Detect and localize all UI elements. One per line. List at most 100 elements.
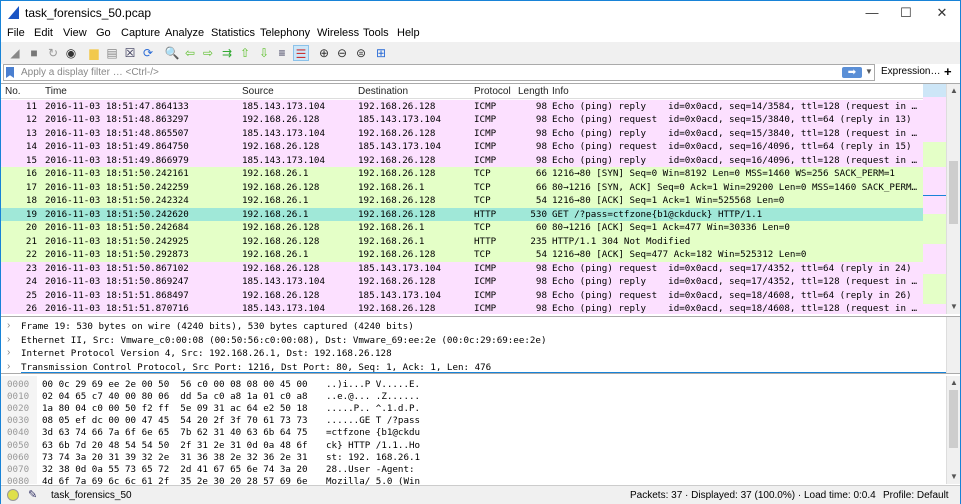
open-file-icon[interactable]: ▆ (86, 45, 102, 61)
colorize-icon[interactable]: ☰ (293, 45, 309, 61)
packet-row[interactable]: 25 2016-11-03 18:51:51.868497 192.168.26.1… (1, 288, 923, 303)
apply-filter-arrow-icon[interactable]: ➡ (842, 67, 862, 78)
scroll-up-icon[interactable]: ▲ (950, 378, 958, 387)
minimize-button[interactable]: — (857, 3, 887, 23)
packet-row[interactable]: 11 2016-11-03 18:51:47.864133 185.143.173.… (1, 100, 923, 114)
column-header-length[interactable]: Length (518, 86, 549, 97)
hex-ascii[interactable]: ..)i...P V.....E. (326, 379, 420, 390)
expand-chevron-icon[interactable]: › (7, 320, 10, 331)
packet-row[interactable]: 18 2016-11-03 18:51:50.242324 192.168.26.1… (1, 194, 923, 208)
column-header-source[interactable]: Source (242, 86, 274, 97)
filter-history-dropdown-icon[interactable]: ▼ (865, 67, 873, 76)
packet-row[interactable]: 14 2016-11-03 18:51:49.864750 192.168.26.1… (1, 140, 923, 154)
zoom-out-icon[interactable]: ⊖ (334, 45, 350, 61)
packet-row[interactable]: 26 2016-11-03 18:51:51.870716 185.143.173.… (1, 302, 923, 314)
hex-bytes[interactable]: 3d 63 74 66 7a 6f 6e 65 7b 62 31 40 63 6… (42, 427, 308, 438)
scroll-up-icon[interactable]: ▲ (950, 86, 958, 95)
column-header-protocol[interactable]: Protocol (474, 86, 511, 97)
scroll-down-icon[interactable]: ▼ (950, 472, 958, 481)
detail-tree-item[interactable]: › Internet Protocol Version 4, Src: 192.1… (1, 347, 946, 361)
expert-info-indicator-icon[interactable] (7, 489, 19, 501)
reload-icon[interactable]: ⟳ (140, 45, 156, 61)
hex-ascii[interactable]: ck} HTTP /1.1..Ho (326, 440, 420, 451)
menu-edit[interactable]: Edit (34, 27, 53, 39)
menu-tools[interactable]: Tools (363, 27, 389, 39)
scroll-down-icon[interactable]: ▼ (950, 302, 958, 311)
details-scrollbar[interactable] (946, 317, 960, 373)
save-file-icon[interactable]: ▤ (104, 45, 120, 61)
hex-ascii[interactable]: .....P.. ^.1.d.P. (326, 403, 420, 414)
detail-tree-item[interactable]: › Ethernet II, Src: Vmware_c0:00:08 (00:5… (1, 334, 946, 348)
zoom-in-icon[interactable]: ⊕ (316, 45, 332, 61)
packet-row[interactable]: 19 2016-11-03 18:51:50.242620 192.168.26.1… (1, 207, 923, 222)
scrollbar-thumb[interactable] (949, 161, 958, 224)
status-profile[interactable]: Profile: Default (883, 490, 949, 501)
goto-packet-icon[interactable]: ⇉ (219, 45, 235, 61)
menu-go[interactable]: Go (96, 27, 111, 39)
display-filter-input[interactable]: Apply a display filter … <Ctrl-/> ➡ (3, 64, 875, 81)
bytes-scrollbar[interactable]: ▲ ▼ (946, 376, 960, 484)
packet-row[interactable]: 12 2016-11-03 18:51:48.863297 192.168.26.1… (1, 113, 923, 127)
shark-fin-start-icon[interactable]: ◢ (7, 45, 23, 61)
hex-ascii[interactable]: 28..User -Agent: (326, 464, 420, 475)
stop-icon[interactable]: ■ (26, 45, 42, 61)
packet-row[interactable]: 22 2016-11-03 18:51:50.292873 192.168.26.1… (1, 248, 923, 262)
menu-help[interactable]: Help (397, 27, 420, 39)
hex-bytes[interactable]: 63 6b 7d 20 48 54 54 50 2f 31 2e 31 0d 0… (42, 440, 308, 451)
hex-ascii[interactable]: st: 192. 168.26.1 (326, 452, 420, 463)
menu-analyze[interactable]: Analyze (165, 27, 204, 39)
menu-view[interactable]: View (63, 27, 87, 39)
menu-capture[interactable]: Capture (121, 27, 160, 39)
packet-row[interactable]: 17 2016-11-03 18:51:50.242259 192.168.26.1… (1, 180, 923, 195)
restart-icon[interactable]: ↻ (45, 45, 61, 61)
hex-bytes[interactable]: 73 74 3a 20 31 39 32 2e 31 36 38 2e 32 3… (42, 452, 308, 463)
packet-row[interactable]: 20 2016-11-03 18:51:50.242684 192.168.26.1… (1, 221, 923, 235)
hex-bytes[interactable]: 00 0c 29 69 ee 2e 00 50 56 c0 00 08 08 0… (42, 379, 308, 390)
resize-columns-icon[interactable]: ⊞ (373, 45, 389, 61)
hex-ascii[interactable]: ..e.@... .Z...... (326, 391, 420, 402)
find-icon[interactable]: 🔍 (164, 45, 180, 61)
expression-button[interactable]: Expression… (881, 66, 940, 77)
menu-wireless[interactable]: Wireless (317, 27, 359, 39)
back-icon[interactable]: ⇦ (182, 45, 198, 61)
first-packet-icon[interactable]: ⇧ (237, 45, 253, 61)
zoom-normal-icon[interactable]: ⊜ (353, 45, 369, 61)
close-file-icon[interactable]: ☒ (122, 45, 138, 61)
last-packet-icon[interactable]: ⇩ (256, 45, 272, 61)
close-button[interactable]: ✕ (927, 3, 957, 23)
add-filter-button[interactable]: + (944, 64, 952, 79)
expand-chevron-icon[interactable]: › (7, 361, 10, 372)
expand-chevron-icon[interactable]: › (7, 334, 10, 345)
detail-tree-item[interactable]: › Frame 19: 530 bytes on wire (4240 bits)… (1, 320, 946, 334)
column-header-info[interactable]: Info (552, 86, 569, 97)
packet-list-scrollbar[interactable]: ▲ ▼ (946, 84, 960, 314)
menu-file[interactable]: File (7, 27, 25, 39)
column-header-no[interactable]: No. (5, 86, 21, 97)
maximize-button[interactable]: ☐ (891, 3, 921, 23)
packet-row[interactable]: 24 2016-11-03 18:51:50.869247 185.143.173.… (1, 275, 923, 289)
packet-row[interactable]: 13 2016-11-03 18:51:48.865507 185.143.173.… (1, 126, 923, 141)
packet-row[interactable]: 21 2016-11-03 18:51:50.242925 192.168.26.1… (1, 234, 923, 249)
column-header-time[interactable]: Time (45, 86, 67, 97)
forward-icon[interactable]: ⇨ (200, 45, 216, 61)
hex-bytes[interactable]: 02 04 65 c7 40 00 80 06 dd 5a c0 a8 1a 0… (42, 391, 308, 402)
packet-row[interactable]: 23 2016-11-03 18:51:50.867102 192.168.26.1… (1, 261, 923, 276)
expand-chevron-icon[interactable]: › (7, 347, 10, 358)
column-header-destination[interactable]: Destination (358, 86, 408, 97)
bookmark-icon[interactable] (6, 67, 14, 78)
packet-time: 2016-11-03 18:51:50.242684 (45, 222, 189, 234)
menu-telephony[interactable]: Telephony (260, 27, 310, 39)
hex-ascii[interactable]: ......GE T /?pass (326, 415, 420, 426)
packet-row[interactable]: 15 2016-11-03 18:51:49.866979 185.143.173.… (1, 153, 923, 168)
hex-bytes[interactable]: 08 05 ef dc 00 00 47 45 54 20 2f 3f 70 6… (42, 415, 308, 426)
options-gear-icon[interactable]: ◉ (63, 45, 79, 61)
hex-bytes[interactable]: 1a 80 04 c0 00 50 f2 ff 5e 09 31 ac 64 e… (42, 403, 308, 414)
hex-bytes[interactable]: 32 38 0d 0a 55 73 65 72 2d 41 67 65 6e 7… (42, 464, 308, 475)
autoscroll-icon[interactable]: ≡ (274, 45, 290, 61)
packet-minimap[interactable] (923, 84, 946, 314)
capture-comment-icon[interactable]: ✎ (28, 488, 37, 501)
hex-ascii[interactable]: =ctfzone {b1@ckdu (326, 427, 420, 438)
menu-statistics[interactable]: Statistics (211, 27, 255, 39)
packet-row[interactable]: 16 2016-11-03 18:51:50.242161 192.168.26.1… (1, 167, 923, 181)
scrollbar-thumb[interactable] (949, 390, 958, 448)
